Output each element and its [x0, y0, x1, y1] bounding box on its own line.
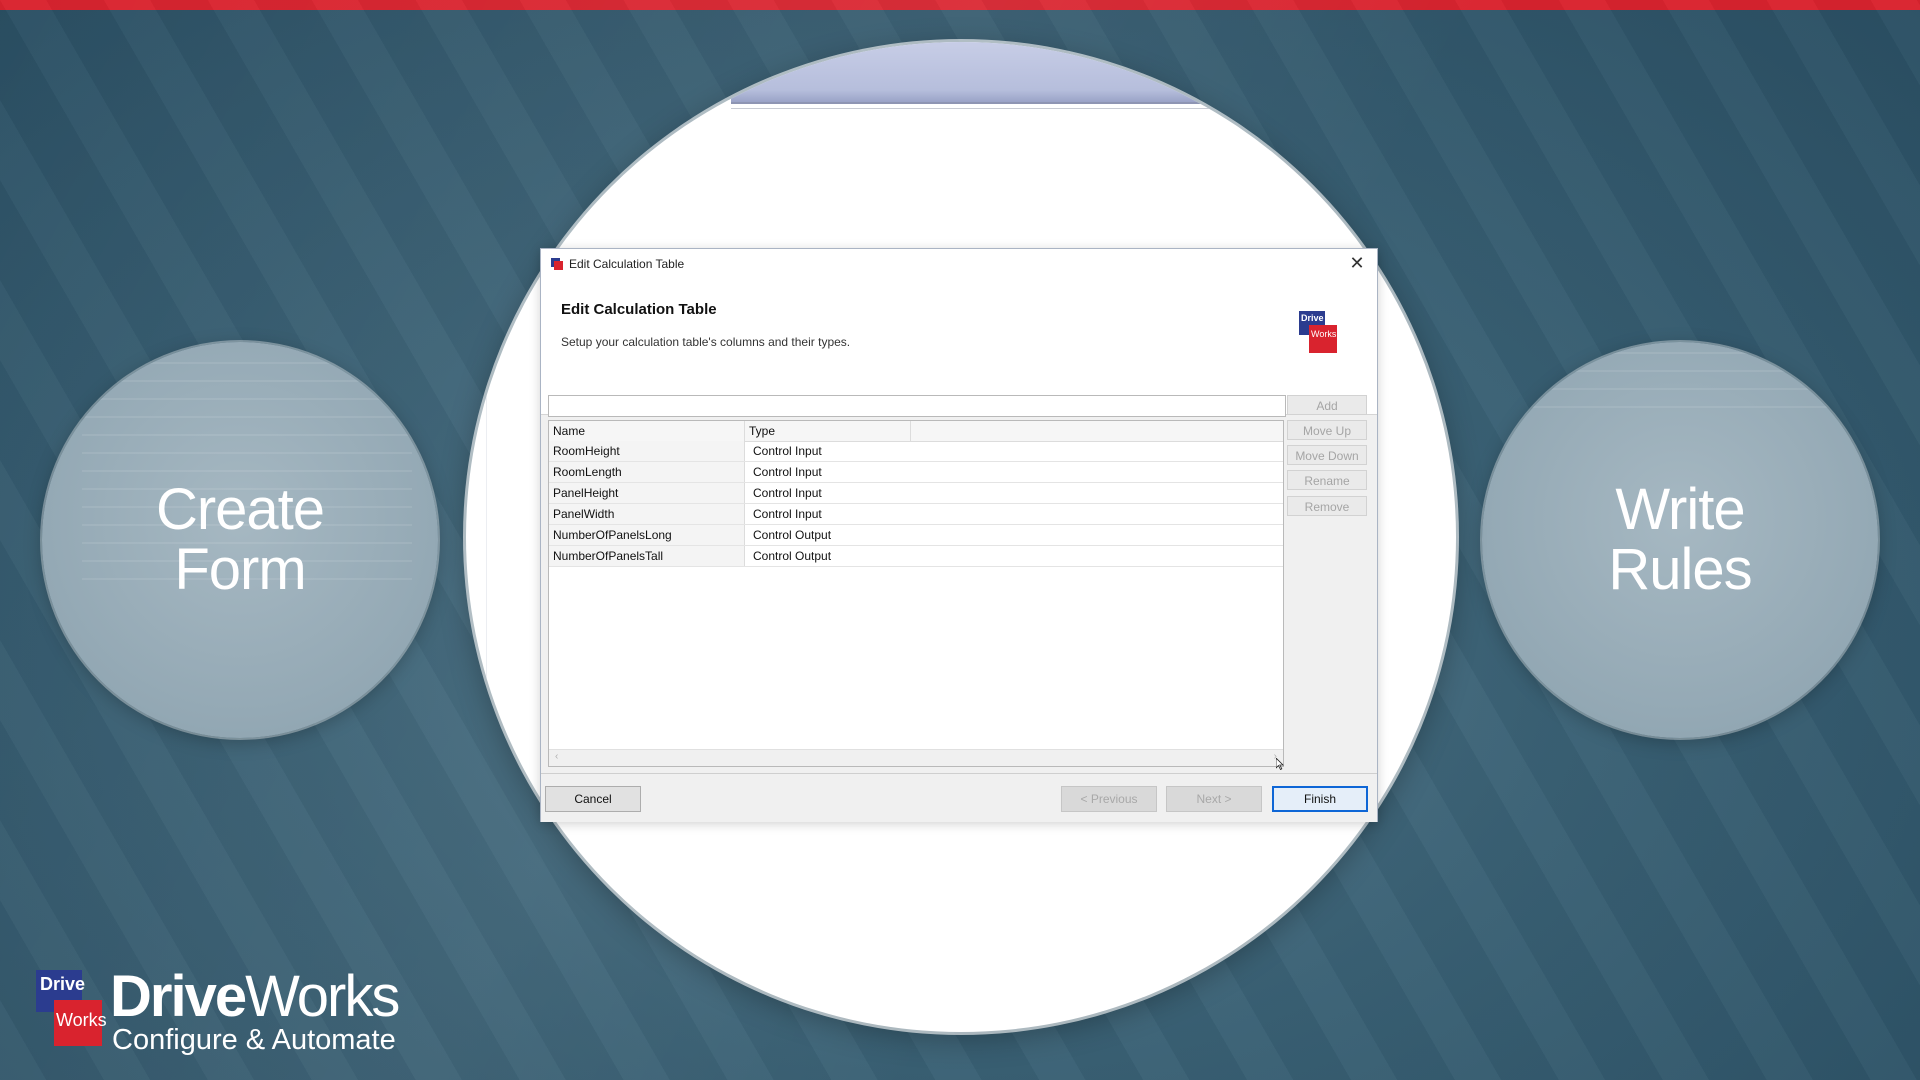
driveworks-app-icon	[551, 258, 563, 270]
write-rules-label: Write Rules	[1482, 342, 1878, 738]
row-name-cell[interactable]: PanelWidth	[549, 504, 745, 524]
add-button[interactable]: Add	[1287, 395, 1367, 415]
row-name-cell[interactable]: RoomHeight	[549, 441, 745, 461]
finish-button[interactable]: Finish	[1272, 786, 1368, 812]
driveworks-brand: Drive Works DriveWorks Configure & Autom…	[36, 968, 416, 1056]
dialog-titlebar[interactable]: Edit Calculation Table ✕	[541, 249, 1377, 279]
close-icon[interactable]: ✕	[1347, 253, 1367, 273]
table-row[interactable]: PanelHeight Control Input	[549, 483, 1283, 504]
write-rules-line2: Rules	[1608, 537, 1752, 602]
previous-button[interactable]: < Previous	[1061, 786, 1157, 812]
grid-header: Name Type	[549, 421, 1283, 442]
move-up-button[interactable]: Move Up	[1287, 420, 1367, 440]
scroll-left-icon[interactable]: ‹	[555, 751, 558, 762]
app-window-divider	[731, 108, 1351, 109]
row-type-cell[interactable]: Control Input	[745, 504, 1283, 524]
driveworks-logo-icon: Drive Works	[1299, 311, 1337, 357]
row-name-cell[interactable]: NumberOfPanelsLong	[549, 525, 745, 545]
brand-name-bold: Drive	[110, 964, 247, 1029]
row-type-cell[interactable]: Control Input	[745, 441, 1283, 461]
next-button[interactable]: Next >	[1166, 786, 1262, 812]
write-rules-circle: Write Rules	[1482, 342, 1878, 738]
table-row[interactable]: NumberOfPanelsTall Control Output	[549, 546, 1283, 567]
column-header-type[interactable]: Type	[745, 421, 911, 441]
row-type-cell[interactable]: Control Output	[745, 546, 1283, 566]
row-type-cell[interactable]: Control Input	[745, 483, 1283, 503]
create-form-line1: Create	[155, 477, 325, 542]
driveworks-mark-icon: Drive Works	[36, 970, 107, 1050]
column-header-name[interactable]: Name	[549, 421, 745, 441]
dialog-footer: Cancel < Previous Next > Finish	[541, 773, 1377, 822]
write-rules-line1: Write	[1615, 477, 1745, 542]
create-form-circle: Create Form	[42, 342, 438, 738]
mouse-cursor-icon	[1276, 758, 1284, 770]
create-form-line2: Form	[174, 537, 306, 602]
brand-name: DriveWorks	[110, 968, 400, 1026]
table-row[interactable]: RoomLength Control Input	[549, 462, 1283, 483]
columns-grid[interactable]: Name Type RoomHeight Control Input RoomL…	[548, 420, 1284, 767]
dialog-heading: Edit Calculation Table	[561, 301, 717, 318]
remove-button[interactable]: Remove	[1287, 496, 1367, 516]
row-name-cell[interactable]: PanelHeight	[549, 483, 745, 503]
move-down-button[interactable]: Move Down	[1287, 445, 1367, 465]
create-form-label: Create Form	[42, 342, 438, 738]
row-name-cell[interactable]: RoomLength	[549, 462, 745, 482]
row-name-cell[interactable]: NumberOfPanelsTall	[549, 546, 745, 566]
horizontal-scrollbar[interactable]: ‹ ›	[549, 749, 1283, 766]
edit-calculation-table-dialog: Edit Calculation Table ✕ Edit Calculatio…	[540, 248, 1378, 822]
table-row[interactable]: NumberOfPanelsLong Control Output	[549, 525, 1283, 546]
dialog-window-title: Edit Calculation Table	[569, 257, 685, 271]
app-window-edge	[466, 42, 487, 1032]
row-type-cell[interactable]: Control Input	[745, 462, 1283, 482]
column-name-input[interactable]	[548, 395, 1286, 417]
table-row[interactable]: RoomHeight Control Input	[549, 441, 1283, 462]
logo-works-text: Works	[1309, 325, 1337, 353]
rename-button[interactable]: Rename	[1287, 470, 1367, 490]
brand-mark-works: Works	[54, 1000, 107, 1046]
brand-name-light: Works	[245, 964, 400, 1029]
brand-tagline: Configure & Automate	[112, 1024, 396, 1056]
app-window-strip	[731, 42, 1291, 104]
cancel-button[interactable]: Cancel	[545, 786, 641, 812]
dialog-subheading: Setup your calculation table's columns a…	[561, 335, 851, 349]
table-row[interactable]: PanelWidth Control Input	[549, 504, 1283, 525]
row-type-cell[interactable]: Control Output	[745, 525, 1283, 545]
